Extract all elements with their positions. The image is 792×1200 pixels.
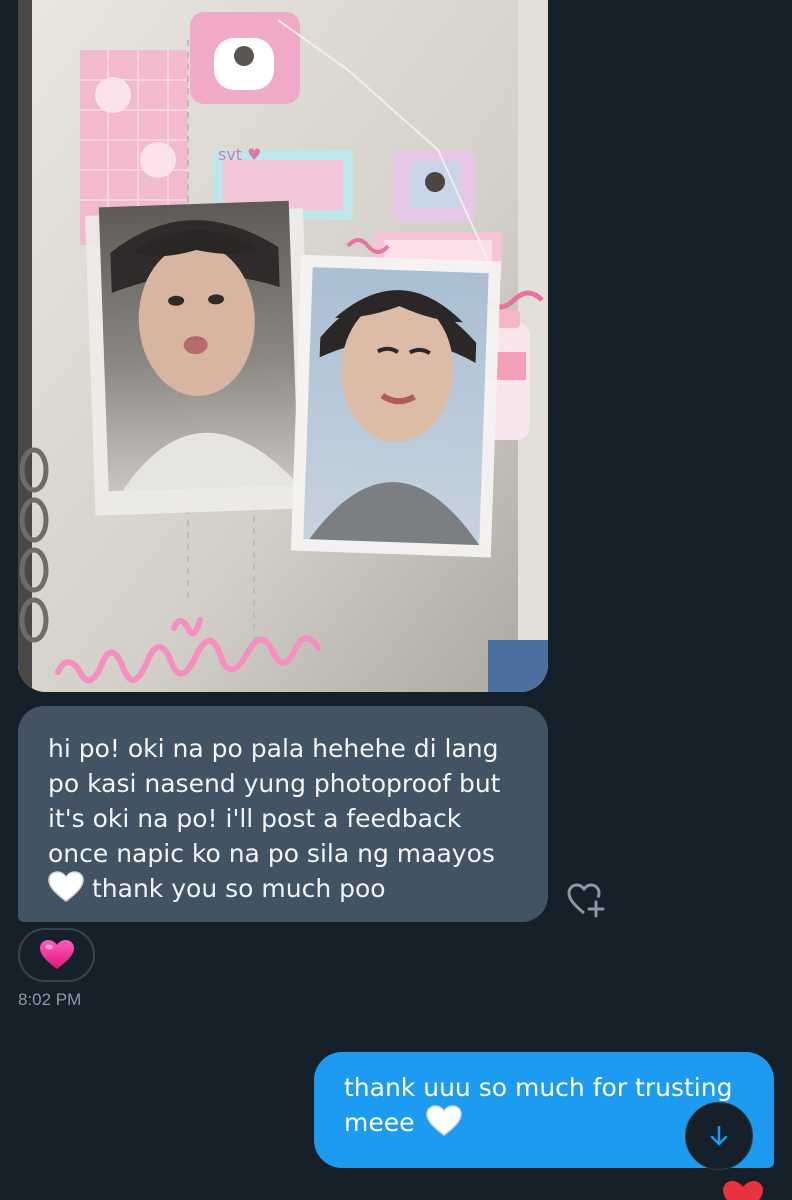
add-reaction-button[interactable] bbox=[566, 882, 606, 918]
received-message-line: thank you so much poo bbox=[48, 871, 528, 906]
photo-image: svt ♥ bbox=[18, 0, 548, 692]
received-message-line: hi po! oki na po pala hehehe di lang bbox=[48, 734, 499, 763]
pink-heart-icon bbox=[39, 940, 74, 969]
sent-message-line: thank uuu so much for trusting bbox=[344, 1073, 733, 1102]
message-timestamp: 8:02 PM bbox=[18, 990, 82, 1009]
received-message-closing-text: thank you so much poo bbox=[92, 874, 386, 903]
dm-conversation: svt ♥ hi po! oki na po pala hehehe di la… bbox=[0, 0, 792, 1200]
red-heart-icon bbox=[723, 1181, 763, 1200]
received-message-line: po kasi nasend yung photoproof but bbox=[48, 769, 501, 798]
white-heart-icon bbox=[426, 1105, 463, 1136]
sent-message-text: meee bbox=[344, 1108, 415, 1137]
photo-attachment[interactable]: svt ♥ bbox=[18, 0, 548, 692]
svg-text:svt ♥: svt ♥ bbox=[218, 145, 262, 164]
received-message-line: it's oki na po! i'll post a feedback bbox=[48, 804, 462, 833]
scroll-to-bottom-button[interactable] bbox=[685, 1102, 753, 1170]
white-heart-icon bbox=[48, 871, 84, 902]
arrow-down-icon bbox=[710, 1125, 728, 1146]
message-reaction[interactable] bbox=[18, 928, 95, 982]
received-message-line: once napic ko na po sila ng maayos bbox=[48, 839, 495, 868]
received-message-bubble[interactable]: hi po! oki na po pala hehehe di lang po … bbox=[18, 706, 548, 922]
heart-plus-icon bbox=[567, 883, 605, 918]
